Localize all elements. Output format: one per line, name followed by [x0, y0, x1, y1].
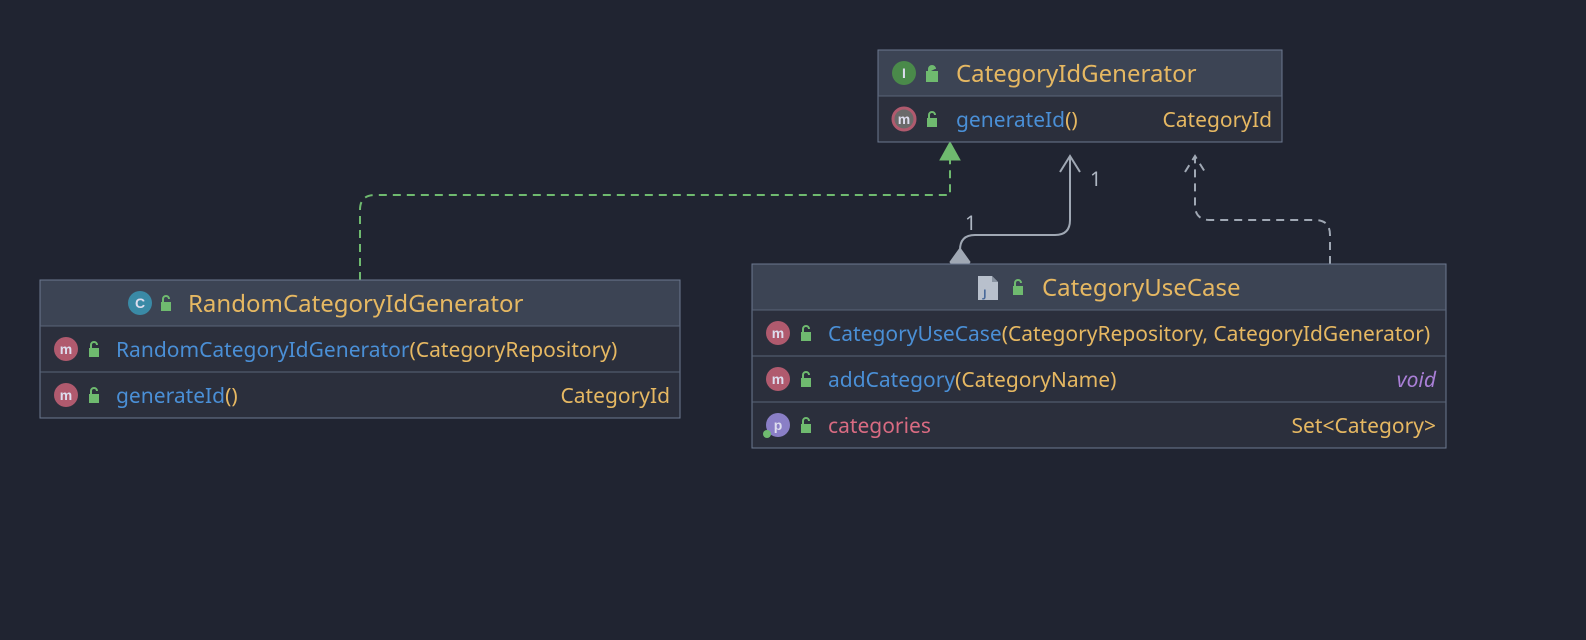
svg-text:m: m	[772, 371, 784, 387]
return-type: CategoryId	[1162, 106, 1272, 134]
method-icon: m	[54, 383, 78, 407]
svg-text:m: m	[60, 387, 72, 403]
method-row[interactable]: m RandomCategoryIdGenerator(CategoryRepo…	[54, 336, 617, 364]
method-icon: m	[766, 321, 790, 345]
java-file-icon: J	[978, 276, 998, 301]
class-icon: C	[128, 291, 152, 315]
method-icon: m	[766, 367, 790, 391]
relation-realization	[360, 142, 960, 280]
svg-text:m: m	[60, 341, 72, 357]
class-title: CategoryIdGenerator	[956, 57, 1197, 90]
svg-text:addCategory(CategoryName): addCategory(CategoryName)	[828, 366, 1116, 394]
class-title: CategoryUseCase	[1042, 271, 1241, 304]
mult-top: 1	[1090, 165, 1101, 192]
class-category-use-case[interactable]: J CategoryUseCase m CategoryUseCase(Cate…	[752, 264, 1446, 448]
svg-text:void: void	[1397, 366, 1437, 394]
method-icon: m	[54, 337, 78, 361]
svg-text:m: m	[772, 325, 784, 341]
mult-bottom: 1	[965, 209, 976, 236]
relation-dependency	[1185, 156, 1330, 264]
svg-text:CategoryUseCase(CategoryReposi: CategoryUseCase(CategoryRepository, Cate…	[828, 320, 1430, 348]
uml-diagram: CategoryIdGenerator (solid gray, open di…	[0, 0, 1586, 640]
svg-text:m: m	[898, 111, 910, 127]
lock-open-icon	[927, 66, 937, 81]
svg-text:categories: categories	[828, 412, 931, 440]
svg-text:generateId(): generateId()	[956, 106, 1078, 134]
method-abstract-icon: m	[893, 108, 915, 130]
method-name: generateId	[956, 106, 1065, 134]
svg-text:I: I	[902, 65, 906, 81]
svg-text:C: C	[135, 295, 145, 311]
class-title: RandomCategoryIdGenerator	[188, 287, 524, 320]
interface-icon: I	[892, 61, 916, 85]
svg-text:p: p	[774, 417, 783, 433]
relation-aggregation: 1 1	[950, 156, 1101, 276]
svg-text:generateId(): generateId()	[116, 382, 238, 410]
svg-text:J: J	[982, 286, 987, 301]
svg-text:RandomCategoryIdGenerator(Cate: RandomCategoryIdGenerator(CategoryReposi…	[116, 336, 617, 364]
method-row[interactable]: m CategoryUseCase(CategoryRepository, Ca…	[766, 320, 1430, 348]
class-random-category-id-generator[interactable]: C RandomCategoryIdGenerator m RandomCate…	[40, 280, 680, 418]
svg-text:Set<Category>: Set<Category>	[1292, 412, 1436, 440]
svg-text:CategoryId: CategoryId	[560, 382, 670, 410]
class-category-id-generator[interactable]: I CategoryIdGenerator m generateId() Cat…	[878, 50, 1282, 142]
